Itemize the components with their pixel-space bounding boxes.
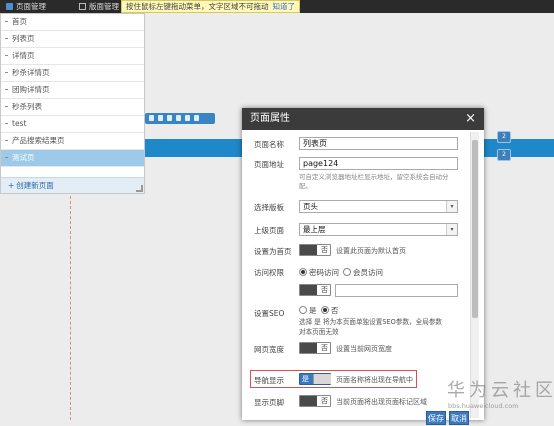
parent-page-label: 上级页面 <box>254 226 284 235</box>
password-access-radio[interactable]: 密码访问 <box>299 267 339 278</box>
radio-icon <box>299 306 307 314</box>
access-password-input[interactable] <box>335 284 458 297</box>
toolbar-icon[interactable] <box>149 115 154 121</box>
page-name-label: 页面名称 <box>254 140 284 149</box>
toggle-text: 否 <box>321 246 328 254</box>
nav-display-desc: 页面名称将出现在导航中 <box>336 376 413 384</box>
member-access-radio[interactable]: 会员访问 <box>343 267 383 278</box>
member-access-text: 会员访问 <box>353 268 383 277</box>
page-properties-dialog: 页面属性 × 页面名称 列表页 页面地址 page124 可自定义浏览器地址栏显… <box>242 108 484 425</box>
set-homepage-toggle[interactable]: 否 <box>299 244 331 256</box>
layout-select-value: 页头 <box>303 202 318 211</box>
page-list-item[interactable]: 列表页 <box>1 31 144 48</box>
watermark-text: 华为云社区 <box>447 380 554 401</box>
seo-no-radio[interactable]: 否 <box>321 305 339 316</box>
seo-yes-text: 是 <box>309 306 317 315</box>
page-list-item[interactable]: 秒杀详情页 <box>1 65 144 82</box>
side-marker[interactable]: 2 <box>497 149 511 161</box>
dialog-title: 页面属性 <box>250 113 290 124</box>
scrollbar-thumb[interactable] <box>472 140 478 318</box>
parent-page-value: 最上层 <box>303 225 326 234</box>
toggle-text: 否 <box>321 286 328 294</box>
drag-tip-text: 按住鼠标左键拖动菜单，文字区域不可拖动 <box>126 2 269 11</box>
page-list-item-active[interactable]: 测试页 <box>1 150 144 167</box>
chevron-down-icon: ▾ <box>446 224 457 235</box>
toggle-knob <box>313 374 331 384</box>
radio-checked-icon <box>321 306 329 314</box>
dialog-header: 页面属性 × <box>242 108 484 130</box>
create-page-button[interactable]: + 创建新页面 <box>1 177 144 193</box>
top-bar: 页面管理 版面管理 按住鼠标左键拖动菜单，文字区域不可拖动 知道了 <box>0 0 554 13</box>
plus-icon: + <box>8 181 15 190</box>
toggle-text: 否 <box>321 397 328 405</box>
page-manage-menu[interactable]: 页面管理 <box>6 0 46 13</box>
save-button[interactable]: 保存 <box>426 411 446 425</box>
toggle-knob <box>300 343 317 353</box>
close-icon[interactable]: × <box>465 108 476 130</box>
display-page-toggle[interactable]: 否 <box>299 395 331 407</box>
page-address-hint: 可自定义浏览器地址栏显示地址，留空系统会自动分配。 <box>299 173 449 190</box>
page-width-label: 网页宽度 <box>254 345 284 354</box>
toggle-knob <box>300 245 317 255</box>
got-it-link[interactable]: 知道了 <box>273 2 296 11</box>
page-list-panel: 首页 列表页 详情页 秒杀详情页 团购详情页 秒杀列表 test 产品搜索结果页… <box>0 13 145 194</box>
toolbar-icon[interactable] <box>194 115 199 121</box>
page-address-input[interactable]: page124 <box>299 157 458 170</box>
page-list-item[interactable]: test <box>1 116 144 133</box>
side-marker[interactable]: 2 <box>497 131 511 143</box>
page-icon <box>6 3 13 10</box>
nav-display-label: 导航显示 <box>254 376 284 385</box>
page-list-item[interactable]: 秒杀列表 <box>1 99 144 116</box>
layout-manage-menu[interactable]: 版面管理 <box>79 0 119 13</box>
password-access-text: 密码访问 <box>309 268 339 277</box>
create-page-label: 创建新页面 <box>16 181 54 190</box>
toolbar-icon[interactable] <box>158 115 163 121</box>
toolbar-icon[interactable] <box>185 115 190 121</box>
choose-layout-label: 选择版板 <box>254 203 284 212</box>
toggle-text: 是 <box>302 375 309 383</box>
layout-select[interactable]: 页头 ▾ <box>299 200 458 213</box>
resize-grip-icon[interactable] <box>136 185 143 192</box>
display-page-label: 显示页脚 <box>254 398 284 407</box>
module-toolbar[interactable] <box>145 113 215 124</box>
page-list-item[interactable]: 首页 <box>1 14 144 31</box>
page-manage-label: 页面管理 <box>16 2 46 11</box>
watermark-url: bbs.huaweicloud.com <box>448 402 519 410</box>
page-list-item[interactable]: 详情页 <box>1 48 144 65</box>
page-list-item[interactable]: 团购详情页 <box>1 82 144 99</box>
guide-line <box>70 196 71 420</box>
access-toggle[interactable]: 否 <box>299 284 331 296</box>
toggle-text: 否 <box>321 344 328 352</box>
layout-manage-label: 版面管理 <box>89 2 119 11</box>
page-address-label: 页面地址 <box>254 160 284 169</box>
page-width-toggle[interactable]: 否 <box>299 342 331 354</box>
set-homepage-label: 设置为首页 <box>254 247 292 256</box>
toolbar-icon[interactable] <box>167 115 172 121</box>
toolbar-icon[interactable] <box>176 115 181 121</box>
display-page-desc: 当前页面将出现页面标记区域 <box>336 398 427 406</box>
toggle-knob <box>300 396 317 406</box>
seo-desc-line1: 选择 是 将为本页面单独设置SEO参数，全局参数 <box>299 318 443 326</box>
page-name-input[interactable]: 列表页 <box>299 137 458 150</box>
seo-no-text: 否 <box>331 306 339 315</box>
radio-checked-icon <box>299 268 307 276</box>
cancel-button[interactable]: 取消 <box>449 411 469 425</box>
seo-yes-radio[interactable]: 是 <box>299 305 317 316</box>
seo-desc-line2: 对本页面无效 <box>299 328 339 336</box>
nav-display-toggle[interactable]: 是 <box>299 373 331 385</box>
drag-tip: 按住鼠标左键拖动菜单，文字区域不可拖动 知道了 <box>121 0 300 13</box>
radio-icon <box>343 268 351 276</box>
chevron-down-icon: ▾ <box>446 201 457 212</box>
set-homepage-desc: 设置此页面为默认首页 <box>336 247 406 255</box>
access-label: 访问权限 <box>254 268 284 277</box>
toggle-knob <box>300 285 317 295</box>
page-width-desc: 设置当前网页宽度 <box>336 345 392 353</box>
layout-icon <box>79 3 86 10</box>
seo-label: 设置SEO <box>254 309 285 318</box>
page-list-item[interactable]: 产品搜索结果页 <box>1 133 144 150</box>
parent-page-select[interactable]: 最上层 ▾ <box>299 223 458 236</box>
